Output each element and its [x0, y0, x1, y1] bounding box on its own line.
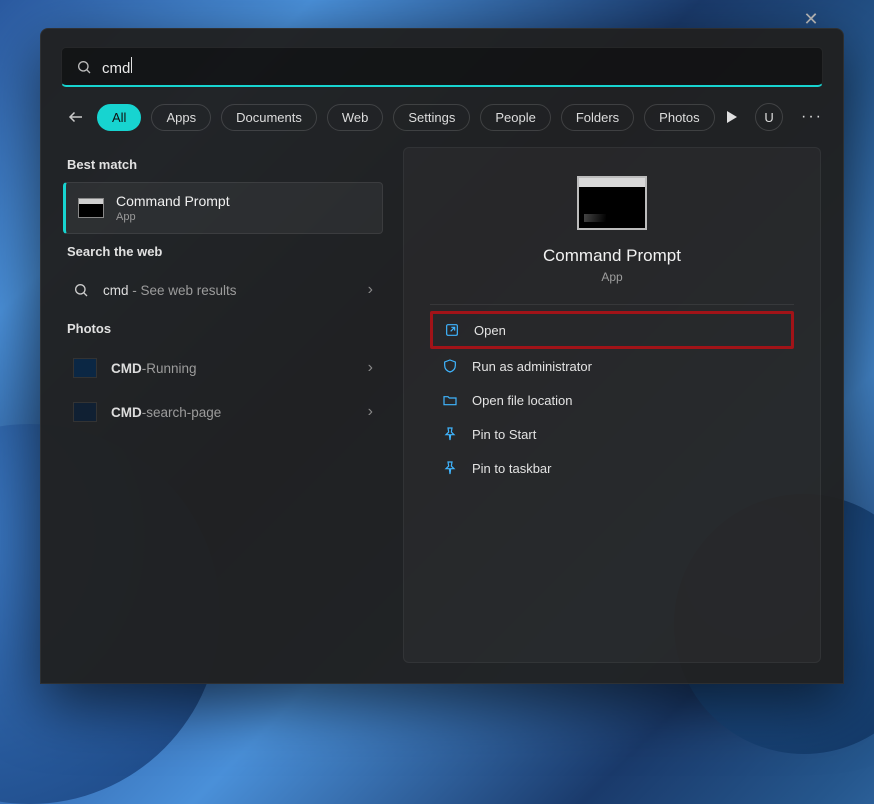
photo-title-match: CMD — [111, 361, 142, 376]
filter-tab-folders[interactable]: Folders — [561, 104, 634, 131]
photo-thumbnail — [73, 402, 97, 422]
photo-result-item[interactable]: CMD-Running › — [63, 346, 383, 390]
section-search-web: Search the web — [67, 244, 383, 259]
overflow-menu-icon[interactable]: ··· — [801, 108, 823, 126]
results-column: Best match Command Prompt App Search the… — [63, 147, 383, 663]
open-icon — [444, 322, 460, 338]
action-open-label: Open — [474, 323, 506, 338]
photo-title-match: CMD — [111, 405, 142, 420]
back-arrow-icon[interactable] — [65, 108, 87, 126]
action-run-as-admin[interactable]: Run as administrator — [430, 349, 794, 383]
filter-row: All Apps Documents Web Settings People F… — [41, 87, 843, 141]
web-result-suffix: - See web results — [129, 283, 237, 298]
filter-tab-web[interactable]: Web — [327, 104, 384, 131]
start-search-panel: cmd All Apps Documents Web Settings Peop… — [40, 28, 844, 684]
filter-tab-people[interactable]: People — [480, 104, 550, 131]
photo-title-rest: -Running — [142, 361, 197, 376]
filter-tab-photos[interactable]: Photos — [644, 104, 714, 131]
photo-title-rest: -search-page — [142, 405, 222, 420]
action-open-loc-label: Open file location — [472, 393, 572, 408]
web-result-item[interactable]: cmd - See web results › — [63, 269, 383, 311]
chevron-right-icon: › — [368, 359, 373, 377]
user-avatar[interactable]: U — [755, 103, 783, 131]
search-box[interactable]: cmd — [61, 47, 823, 87]
filter-tab-apps[interactable]: Apps — [151, 104, 211, 131]
preview-panel: Command Prompt App Open Run as administr… — [403, 147, 821, 663]
divider — [430, 304, 794, 305]
command-prompt-icon — [78, 198, 104, 218]
photo-result-item[interactable]: CMD-search-page › — [63, 390, 383, 434]
search-icon — [73, 282, 89, 298]
action-run-admin-label: Run as administrator — [472, 359, 592, 374]
filter-tab-settings[interactable]: Settings — [393, 104, 470, 131]
pin-icon — [442, 460, 458, 476]
command-prompt-large-icon — [577, 176, 647, 230]
action-open[interactable]: Open — [430, 311, 794, 349]
chevron-right-icon: › — [368, 403, 373, 421]
filter-tab-documents[interactable]: Documents — [221, 104, 317, 131]
search-input[interactable]: cmd — [102, 57, 808, 77]
action-pin-to-taskbar[interactable]: Pin to taskbar — [430, 451, 794, 485]
photo-thumbnail — [73, 358, 97, 378]
best-match-subtitle: App — [116, 211, 230, 223]
action-open-file-location[interactable]: Open file location — [430, 383, 794, 417]
preview-subtitle: App — [430, 270, 794, 284]
action-pin-taskbar-label: Pin to taskbar — [472, 461, 552, 476]
best-match-title: Command Prompt — [116, 193, 230, 209]
chevron-right-icon: › — [368, 281, 373, 299]
folder-icon — [442, 392, 458, 408]
section-photos: Photos — [67, 321, 383, 336]
action-pin-start-label: Pin to Start — [472, 427, 536, 442]
more-filters-icon[interactable] — [727, 111, 737, 123]
preview-title: Command Prompt — [430, 246, 794, 266]
action-pin-to-start[interactable]: Pin to Start — [430, 417, 794, 451]
best-match-result[interactable]: Command Prompt App — [63, 182, 383, 234]
section-best-match: Best match — [67, 157, 383, 172]
search-icon — [76, 59, 92, 75]
filter-tab-all[interactable]: All — [97, 104, 141, 131]
text-caret — [131, 57, 132, 73]
close-icon[interactable]: ✕ — [788, 8, 834, 30]
pin-icon — [442, 426, 458, 442]
web-result-query: cmd — [103, 283, 129, 298]
shield-icon — [442, 358, 458, 374]
